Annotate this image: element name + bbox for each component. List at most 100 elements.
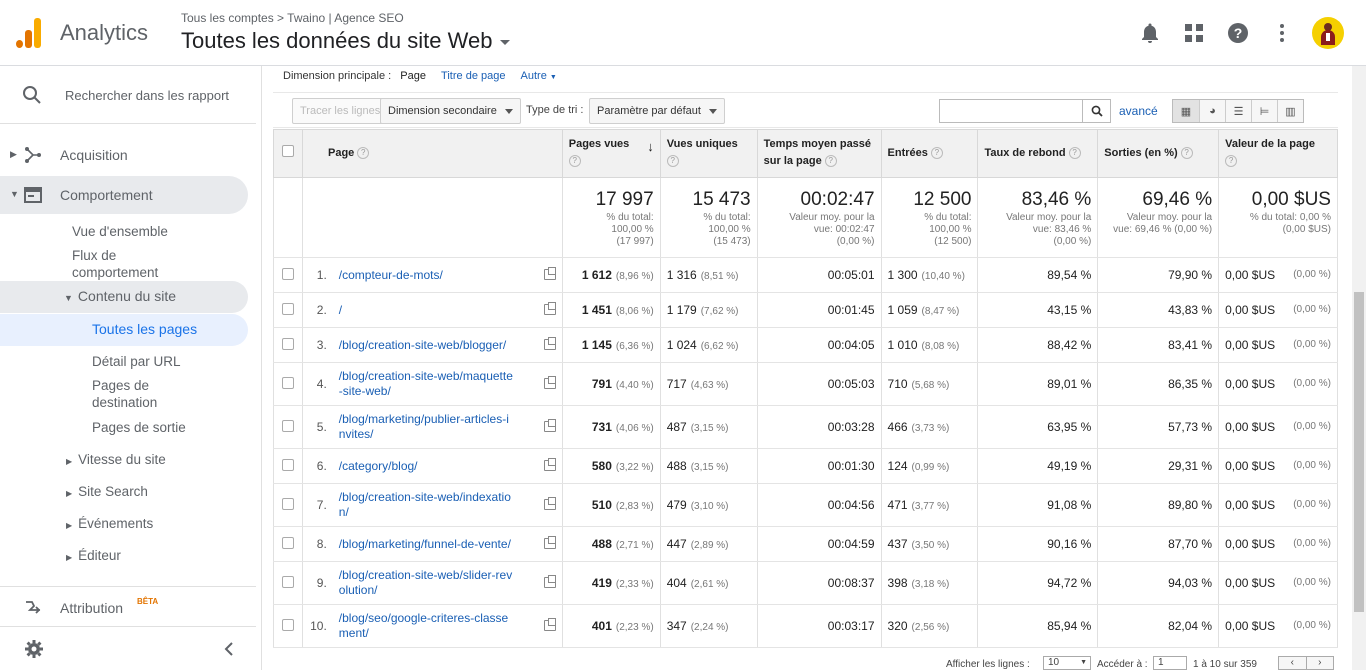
total-value: 69,46 % [1142,189,1213,210]
sidebar-item-pages-sortie[interactable]: Pages de sortie [92,419,186,436]
performance-view-icon[interactable]: ☰ [1225,100,1251,122]
col-taux-rebond[interactable]: Taux de rebond? [977,129,1099,178]
empty-cell [301,177,563,258]
view-selector[interactable]: Toutes les données du site Web [181,28,511,54]
dimension-secondaire-dropdown[interactable]: Dimension secondaire [380,98,521,124]
row-checkbox[interactable] [273,292,303,328]
open-link-icon[interactable] [543,376,556,389]
page-link[interactable]: /blog/marketing/publier-articles-i nvites… [339,412,509,441]
sidebar-item-flux[interactable]: Flux de comportement [72,247,158,281]
more-vert-icon[interactable] [1268,17,1296,49]
help-icon[interactable]: ? [1224,17,1252,49]
help-icon[interactable]: ? [568,155,581,168]
sidebar-item-pages-destination[interactable]: Pages de destination [92,377,157,411]
table-search-input[interactable] [940,100,1080,122]
analytics-logo-icon[interactable] [16,18,42,48]
help-icon[interactable]: ? [666,155,679,168]
row-checkbox[interactable] [273,405,303,449]
advanced-filter-link[interactable]: avancé [1119,104,1158,118]
col-sorties[interactable]: Sorties (en %)? [1097,129,1220,178]
sort-type-dropdown[interactable]: Paramètre par défaut [589,98,725,124]
help-icon[interactable]: ? [1225,155,1238,168]
page-link[interactable]: /category/blog/ [339,459,418,473]
table-view-icon[interactable]: ▦ [1173,100,1199,122]
row-checkbox[interactable] [273,483,303,527]
col-valeur-page[interactable]: Valeur de la page? [1218,129,1338,178]
breadcrumb[interactable]: Tous les comptes > Twaino | Agence SEO [181,11,404,25]
gear-icon[interactable] [24,639,44,659]
sidebar-item-comportement[interactable]: ▼ Comportement [0,176,248,214]
open-link-icon[interactable] [543,618,556,631]
dimension-titre-page[interactable]: Titre de page [441,70,505,82]
sidebar-item-acquisition[interactable]: ▶ Acquisition [0,145,256,169]
page-link[interactable]: /compteur-de-mots/ [339,268,443,282]
col-pages-vues[interactable]: Pages vues ↓? [561,129,661,178]
pie-view-icon[interactable]: ◕ [1199,100,1225,122]
sidebar-item-editeur[interactable]: ▶ Éditeur [66,547,121,566]
page-link[interactable]: /blog/creation-site-web/blogger/ [339,338,506,352]
page-link[interactable]: /blog/marketing/funnel-de-vente/ [339,537,511,551]
goto-page-input[interactable]: 1 [1153,656,1187,670]
row-checkbox[interactable] [273,561,303,605]
temps-cell: 00:04:05 [756,327,882,363]
collapse-sidebar-icon[interactable] [224,642,234,656]
next-page-icon[interactable]: › [1307,657,1334,669]
row-checkbox[interactable] [273,604,303,648]
apps-grid-icon[interactable] [1180,17,1208,49]
page-link[interactable]: /blog/creation-site-web/indexatio n/ [339,490,511,519]
search-icon[interactable] [1082,100,1110,122]
pages-vues-cell: 401 (2,23 %) [561,604,661,648]
sidebar-item-attribution[interactable]: Attribution BÊTA [0,586,256,626]
row-checkbox[interactable] [273,257,303,293]
dimension-autre[interactable]: Autre ▼ [521,70,557,82]
open-link-icon[interactable] [543,302,556,315]
pages-vues-cell: 731 (4,06 %) [561,405,661,449]
sidebar-item-label[interactable]: Toutes les pages [92,321,197,338]
open-link-icon[interactable] [543,536,556,549]
col-page[interactable]: Page? [301,129,563,178]
open-link-icon[interactable] [543,419,556,432]
help-icon[interactable]: ? [1068,147,1081,160]
help-icon[interactable]: ? [930,147,943,160]
open-link-icon[interactable] [543,267,556,280]
app-name: Analytics [60,20,149,45]
prev-page-icon[interactable]: ‹ [1279,657,1307,669]
help-icon[interactable]: ? [824,155,837,168]
dimension-page[interactable]: Page [400,70,426,82]
open-link-icon[interactable] [543,575,556,588]
help-icon[interactable]: ? [357,147,370,160]
col-vues-uniques[interactable]: Vues uniques? [659,129,758,178]
avatar[interactable] [1312,17,1344,49]
row-checkbox[interactable] [273,362,303,406]
page-link[interactable]: /blog/creation-site-web/slider-rev olutio… [339,568,512,597]
open-link-icon[interactable] [543,497,556,510]
pivot-view-icon[interactable]: ▥ [1277,100,1303,122]
col-temps-moyen[interactable]: Temps moyen passé sur la page? [756,129,882,178]
report-search[interactable]: Rechercher dans les rapport [0,66,256,124]
sidebar-item-vitesse[interactable]: ▶ Vitesse du site [66,451,166,470]
sidebar-item-contenu-label[interactable]: ▼ Contenu du site [64,288,176,307]
row-checkbox[interactable] [273,526,303,562]
cell-value: 487 [666,420,687,434]
scrollbar-thumb[interactable] [1354,292,1364,612]
page-link[interactable]: /blog/creation-site-web/maquette -site-we… [339,369,513,398]
select-all-checkbox[interactable] [273,129,303,178]
sidebar-item-vue-ensemble[interactable]: Vue d'ensemble [72,223,168,240]
row-checkbox[interactable] [273,327,303,363]
sidebar-item-site-search[interactable]: ▶ Site Search [66,483,148,502]
comparison-view-icon[interactable]: ⊨ [1251,100,1277,122]
scrollbar[interactable] [1352,66,1366,670]
sidebar-item-evenements[interactable]: ▶ Événements [66,515,153,534]
page-link[interactable]: / [339,303,342,317]
col-entrees[interactable]: Entrées? [880,129,979,178]
row-checkbox[interactable] [273,448,303,484]
open-link-icon[interactable] [543,337,556,350]
sidebar-item-detail-url[interactable]: Détail par URL [92,353,181,370]
tracer-lignes-button[interactable]: Tracer les lignes [292,98,389,124]
bell-icon[interactable] [1136,17,1164,49]
help-icon[interactable]: ? [1180,147,1193,160]
open-link-icon[interactable] [543,458,556,471]
page-link[interactable]: /blog/seo/google-criteres-classe ment/ [339,611,508,640]
rows-per-page-select[interactable]: 10 ▼ [1043,656,1091,670]
vues-uniques-cell: 488 (3,15 %) [659,448,758,484]
